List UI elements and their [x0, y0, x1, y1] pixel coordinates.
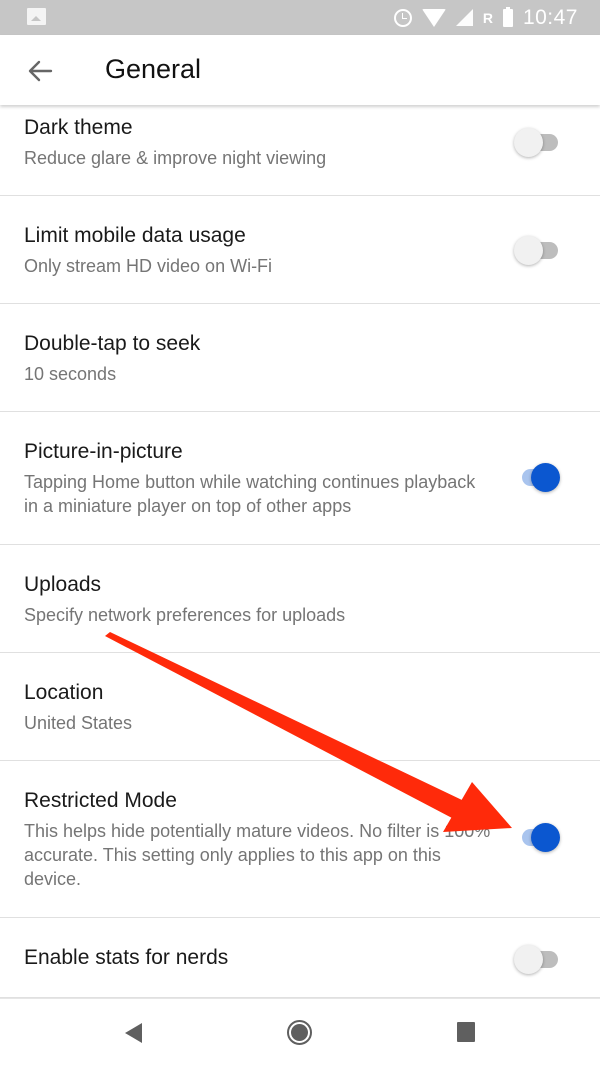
setting-location[interactable]: Location United States	[0, 653, 600, 761]
status-bar: R 10:47	[0, 0, 600, 35]
roaming-indicator: R	[482, 9, 493, 26]
setting-description: Specify network preferences for uploads	[24, 605, 346, 625]
restricted-mode-toggle[interactable]	[514, 820, 560, 854]
setting-description: Reduce glare & improve night viewing	[24, 148, 327, 168]
picture-in-picture-toggle[interactable]	[514, 460, 560, 494]
setting-uploads[interactable]: Uploads Specify network preferences for …	[0, 545, 600, 653]
setting-title: Location	[24, 681, 104, 704]
nav-back-icon[interactable]	[125, 1023, 142, 1043]
setting-double-tap-seek[interactable]: Double-tap to seek 10 seconds	[0, 304, 600, 412]
nav-home-icon[interactable]	[287, 1020, 312, 1045]
wifi-icon	[421, 8, 446, 27]
alarm-icon	[393, 8, 412, 27]
setting-description: Tapping Home button while watching conti…	[24, 472, 476, 516]
page-title: General	[105, 54, 202, 84]
setting-title: Enable stats for nerds	[24, 946, 229, 969]
setting-picture-in-picture[interactable]: Picture-in-picture Tapping Home button w…	[0, 412, 600, 545]
nav-recents-icon[interactable]	[457, 1022, 475, 1042]
setting-title: Restricted Mode	[24, 789, 177, 812]
setting-title: Picture-in-picture	[24, 440, 183, 463]
arrow-left-icon	[28, 60, 53, 82]
app-bar: General	[0, 35, 600, 105]
battery-icon	[502, 6, 513, 27]
stats-for-nerds-toggle[interactable]	[514, 942, 560, 976]
setting-description: United States	[24, 713, 133, 733]
system-nav-bar	[0, 998, 600, 1067]
setting-title: Dark theme	[24, 116, 133, 139]
toggle-thumb	[531, 823, 560, 852]
toggle-thumb	[531, 463, 560, 492]
setting-description: Only stream HD video on Wi-Fi	[24, 256, 273, 276]
signal-icon	[455, 9, 473, 26]
setting-title: Double-tap to seek	[24, 332, 201, 355]
setting-limit-mobile-data[interactable]: Limit mobile data usage Only stream HD v…	[0, 196, 600, 304]
setting-restricted-mode[interactable]: Restricted Mode This helps hide potentia…	[0, 761, 600, 918]
setting-description: 10 seconds	[24, 364, 117, 384]
status-time: 10:47	[522, 5, 578, 29]
dark-theme-toggle[interactable]	[514, 125, 560, 159]
setting-title: Uploads	[24, 573, 102, 596]
toggle-thumb	[514, 236, 543, 265]
setting-description: This helps hide potentially mature video…	[24, 821, 491, 889]
limit-mobile-data-toggle[interactable]	[514, 233, 560, 267]
status-icons: R 10:47	[393, 0, 578, 35]
settings-list: Dark theme Reduce glare & improve night …	[0, 105, 600, 998]
back-button[interactable]	[22, 53, 58, 89]
photo-notification-icon	[27, 8, 46, 25]
setting-stats-for-nerds[interactable]: Enable stats for nerds	[0, 918, 600, 998]
setting-dark-theme[interactable]: Dark theme Reduce glare & improve night …	[0, 105, 600, 196]
toggle-thumb	[514, 128, 543, 157]
setting-title: Limit mobile data usage	[24, 224, 246, 247]
toggle-thumb	[514, 945, 543, 974]
